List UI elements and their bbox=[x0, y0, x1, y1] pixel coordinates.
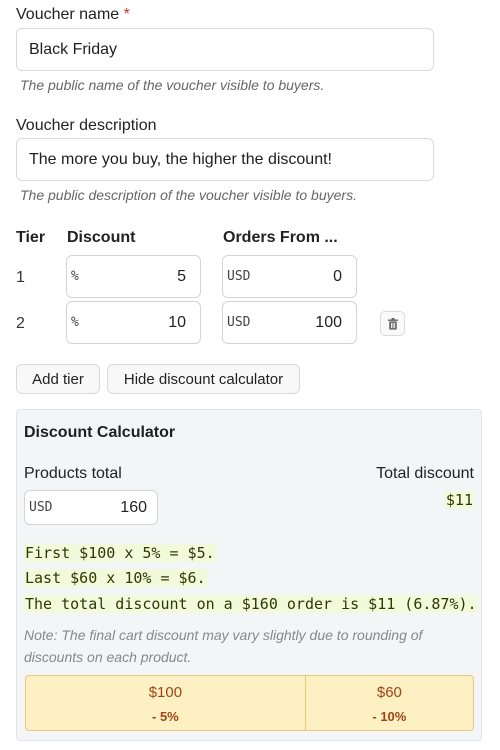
total-discount-value: $11 bbox=[444, 491, 474, 509]
discount-header: Discount bbox=[67, 229, 136, 246]
tier-number: 2 bbox=[16, 315, 25, 332]
voucher-description-label: Voucher description bbox=[16, 117, 157, 134]
voucher-name-input[interactable]: Black Friday bbox=[16, 28, 434, 71]
discount-value: 5 bbox=[177, 267, 186, 285]
tier-segment: $100 - 5% bbox=[26, 676, 305, 730]
products-total-value: 160 bbox=[120, 498, 147, 516]
percent-prefix: % bbox=[71, 315, 79, 330]
orders-from-input[interactable]: USD 100 bbox=[222, 301, 357, 344]
voucher-description-input[interactable]: The more you buy, the higher the discoun… bbox=[16, 138, 434, 181]
rounding-note: Note: The final cart discount may vary s… bbox=[24, 627, 423, 665]
calculation-line: Last $60 x 10% = $6. bbox=[24, 569, 207, 587]
segment-discount: - 10% bbox=[372, 709, 407, 724]
currency-prefix: USD bbox=[227, 269, 251, 284]
discount-value: 10 bbox=[168, 313, 186, 331]
tier-header: Tier bbox=[16, 229, 46, 246]
discount-input[interactable]: % 10 bbox=[66, 301, 201, 344]
products-total-label: Products total bbox=[24, 465, 122, 482]
trash-icon bbox=[387, 317, 398, 330]
voucher-name-help: The public name of the voucher visible t… bbox=[20, 77, 325, 93]
segment-amount: $60 bbox=[376, 684, 402, 701]
required-asterisk: * bbox=[123, 6, 130, 23]
add-tier-button[interactable]: Add tier bbox=[16, 364, 100, 394]
calculation-line: First $100 x 5% = $5. bbox=[24, 544, 216, 562]
voucher-name-label: Voucher name * bbox=[16, 6, 130, 23]
orders-from-input[interactable]: USD 0 bbox=[222, 255, 357, 298]
tier-breakdown-bar: $100 - 5% $60 - 10% bbox=[25, 675, 474, 731]
calculator-title: Discount Calculator bbox=[24, 424, 176, 441]
orders-from-value: 100 bbox=[315, 313, 342, 331]
orders-from-header: Orders From ... bbox=[223, 229, 338, 246]
currency-prefix: USD bbox=[29, 500, 53, 515]
percent-prefix: % bbox=[71, 269, 79, 284]
discount-input[interactable]: % 5 bbox=[66, 255, 201, 298]
tier-number: 1 bbox=[16, 269, 25, 286]
segment-amount: $100 bbox=[148, 684, 183, 701]
products-total-input[interactable]: USD 160 bbox=[24, 490, 158, 525]
voucher-description-help: The public description of the voucher vi… bbox=[20, 187, 357, 203]
tier-segment: $60 - 10% bbox=[304, 676, 473, 730]
delete-tier-button[interactable] bbox=[380, 311, 405, 336]
orders-from-value: 0 bbox=[333, 267, 342, 285]
calculation-summary: The total discount on a $160 order is $1… bbox=[24, 595, 478, 613]
currency-prefix: USD bbox=[227, 315, 251, 330]
total-discount-label: Total discount bbox=[376, 465, 474, 482]
segment-discount: - 5% bbox=[152, 709, 179, 724]
discount-calculator-panel: Discount Calculator Products total Total… bbox=[16, 409, 482, 741]
hide-discount-calculator-button[interactable]: Hide discount calculator bbox=[107, 364, 300, 394]
